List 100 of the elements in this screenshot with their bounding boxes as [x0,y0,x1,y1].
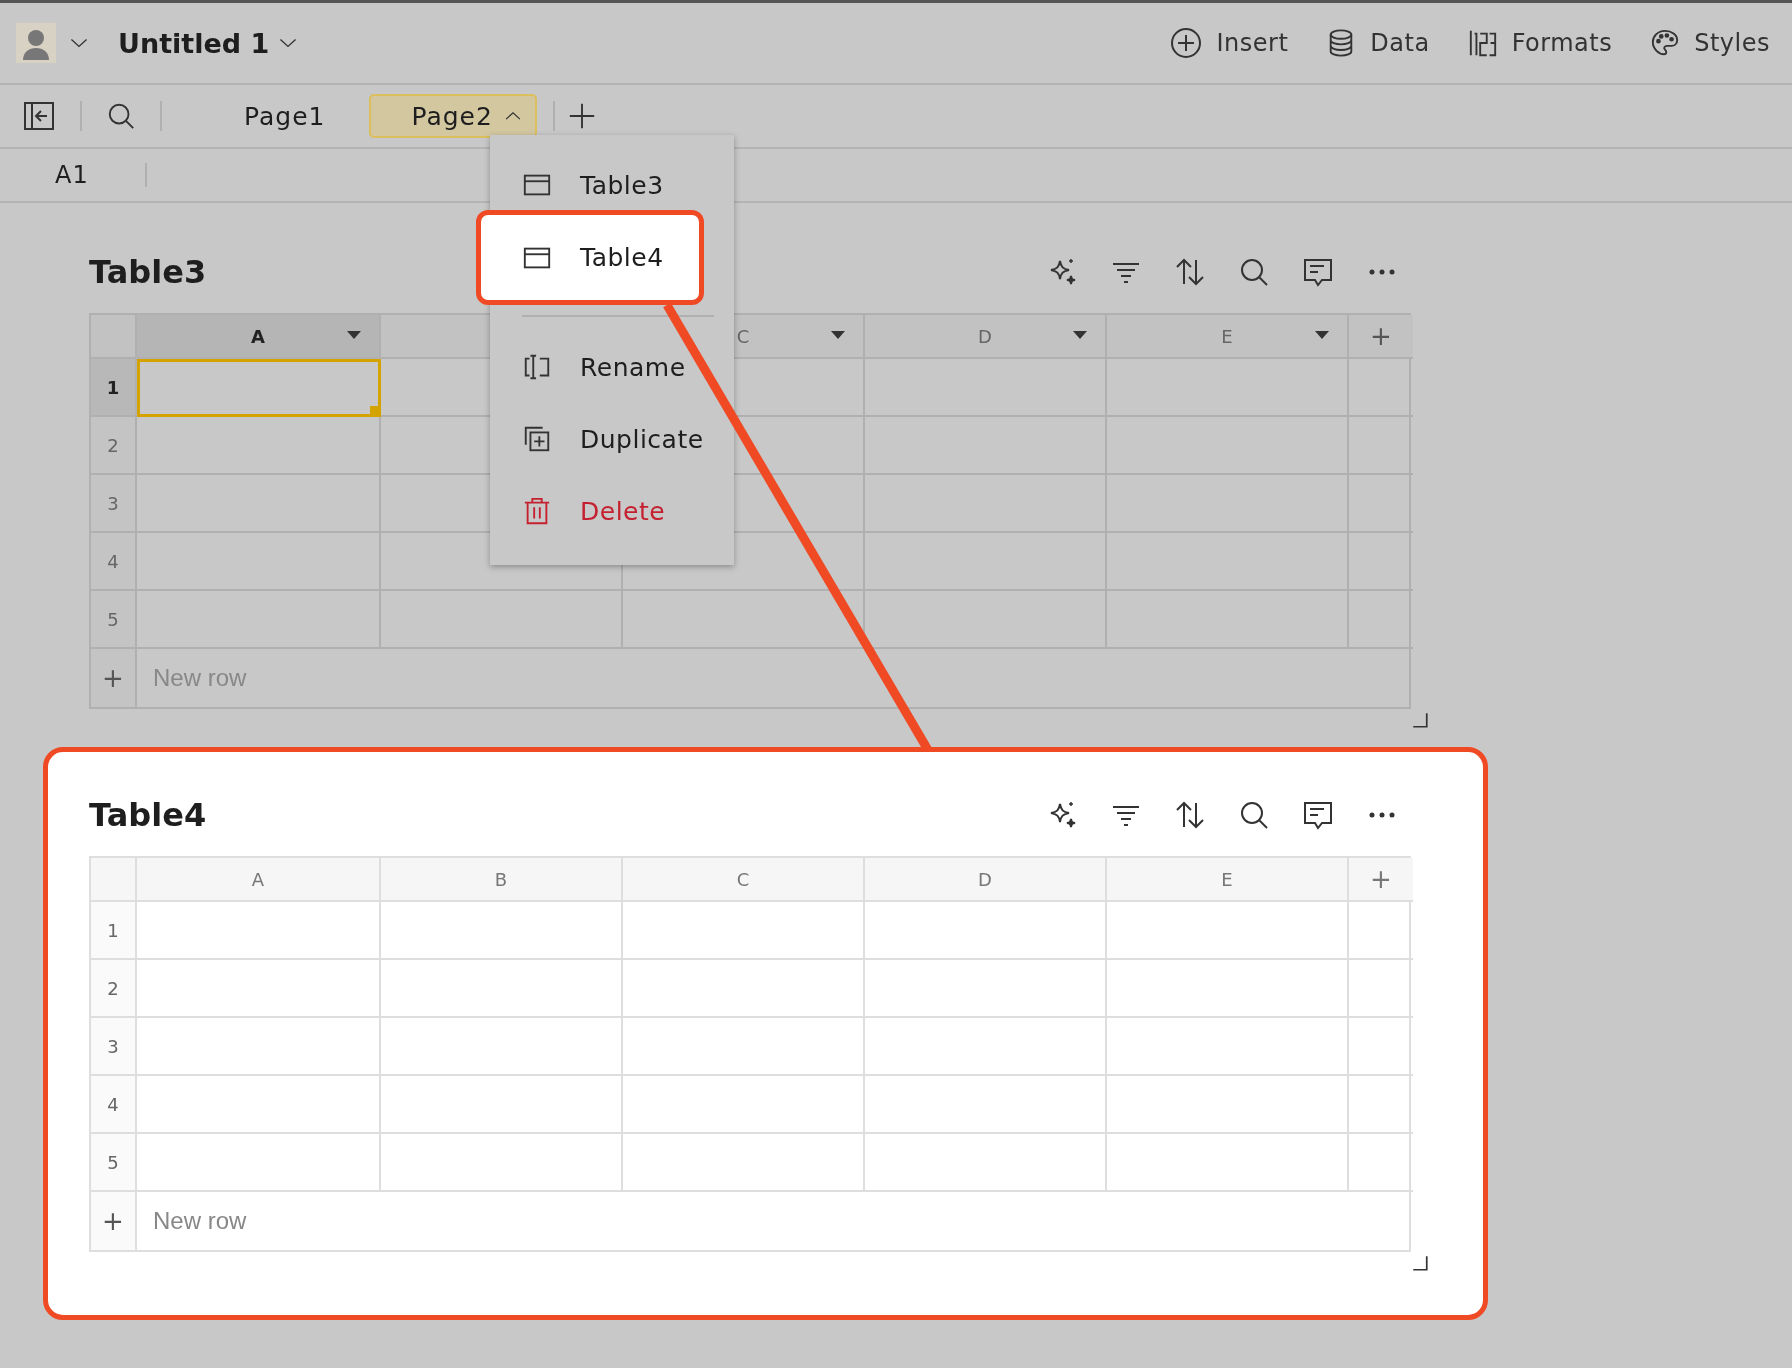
table-cell[interactable] [865,533,1107,591]
row-number: 1 [91,902,137,960]
palette-icon [1650,28,1681,58]
resize-corner-icon [1411,711,1429,729]
table-cell[interactable] [381,591,623,649]
more-icon [1369,812,1395,818]
toolbar-button[interactable]: Styles [1650,28,1770,58]
resize-corner-icon [1411,1254,1429,1272]
row-number: 5 [91,591,137,649]
toolbar-button[interactable]: Formats [1467,28,1613,58]
toolbar-button[interactable]: Insert [1170,27,1289,59]
table-cell[interactable] [1107,902,1349,960]
table-cell[interactable] [1107,417,1349,475]
search-icon [1238,256,1270,288]
row-number: 5 [91,1134,137,1192]
table-cell[interactable] [381,960,623,1018]
table-cell[interactable] [137,1018,381,1076]
table-cell[interactable] [865,417,1107,475]
row-number: 2 [91,417,137,475]
dropdown-arrow-icon[interactable] [831,331,845,339]
row-number: 4 [91,533,137,591]
column-header[interactable]: E [1107,858,1349,902]
sidebar-toggle-icon [22,100,56,132]
column-header[interactable]: D [865,315,1107,359]
table-cell[interactable] [865,1076,1107,1134]
table-cell[interactable] [381,902,623,960]
add-column-button[interactable]: + [1349,315,1413,359]
comment-icon [1302,256,1334,288]
plus-circle-icon [1170,27,1203,59]
table-cell[interactable] [381,1076,623,1134]
more-icon [1369,269,1395,275]
table-cell[interactable] [865,902,1107,960]
table-cell[interactable] [137,1134,381,1192]
table-cell[interactable] [1107,960,1349,1018]
table-title: Table3 [89,253,207,291]
table-cell[interactable] [1107,1134,1349,1192]
table-cell[interactable] [137,902,381,960]
toolbar-button[interactable]: Data [1326,28,1430,58]
menu-item[interactable]: Duplicate [490,403,734,475]
table-cell[interactable] [381,1134,623,1192]
search-icon [106,101,136,131]
page-tab[interactable]: Page2 [369,94,537,138]
search-icon [1238,799,1270,831]
selected-cell[interactable] [137,359,381,417]
column-header[interactable]: C [623,858,865,902]
table-cell[interactable] [623,902,865,960]
row-number: 3 [91,475,137,533]
comment-icon [1302,799,1334,831]
table-cell[interactable] [865,359,1107,417]
page-tab[interactable]: Page1 [202,94,340,138]
column-header[interactable]: A [137,315,381,359]
table-cell[interactable] [1107,591,1349,649]
new-row-placeholder[interactable]: New row [137,1192,1413,1250]
table-cell[interactable] [137,1076,381,1134]
row-number: 1 [91,359,137,417]
trash-icon [522,496,552,526]
table-cell[interactable] [623,1134,865,1192]
table-cell[interactable] [1107,1018,1349,1076]
add-row-button[interactable]: + [91,649,137,707]
table-cell[interactable] [137,533,381,591]
table-cell[interactable] [137,591,381,649]
table-cell[interactable] [137,475,381,533]
table-cell[interactable] [623,1076,865,1134]
row-number: 3 [91,1018,137,1076]
duplicate-icon [522,424,552,454]
table-cell[interactable] [623,591,865,649]
add-column-button[interactable]: + [1349,858,1413,902]
column-header[interactable]: D [865,858,1107,902]
table-cell[interactable] [1107,533,1349,591]
avatar[interactable] [16,23,56,63]
column-header[interactable]: E [1107,315,1349,359]
document-title[interactable]: Untitled 1 [118,27,270,59]
number-format-icon [1467,28,1498,58]
table-cell[interactable] [865,1018,1107,1076]
table-cell[interactable] [623,1018,865,1076]
column-header[interactable]: B [381,858,623,902]
column-header[interactable]: A [137,858,381,902]
rename-icon [522,352,552,382]
table-cell[interactable] [623,960,865,1018]
fill-handle[interactable] [370,406,381,417]
dropdown-arrow-icon[interactable] [347,331,361,339]
row-number: 4 [91,1076,137,1134]
dropdown-arrow-icon[interactable] [1315,331,1329,339]
row-number: 2 [91,960,137,1018]
dropdown-arrow-icon[interactable] [1073,331,1087,339]
add-row-button[interactable]: + [91,1192,137,1250]
table-title: Table4 [89,796,207,834]
table-cell[interactable] [1107,475,1349,533]
menu-item[interactable]: Delete [490,475,734,547]
table-cell[interactable] [137,417,381,475]
table-cell[interactable] [865,960,1107,1018]
table-cell[interactable] [1107,1076,1349,1134]
sort-icon [1174,799,1206,831]
table-cell[interactable] [137,960,381,1018]
table-cell[interactable] [865,475,1107,533]
table-cell[interactable] [865,1134,1107,1192]
table-cell[interactable] [1107,359,1349,417]
menu-item[interactable]: Table4 [476,210,704,305]
table-cell[interactable] [381,1018,623,1076]
cell-reference: A1 [55,161,89,189]
